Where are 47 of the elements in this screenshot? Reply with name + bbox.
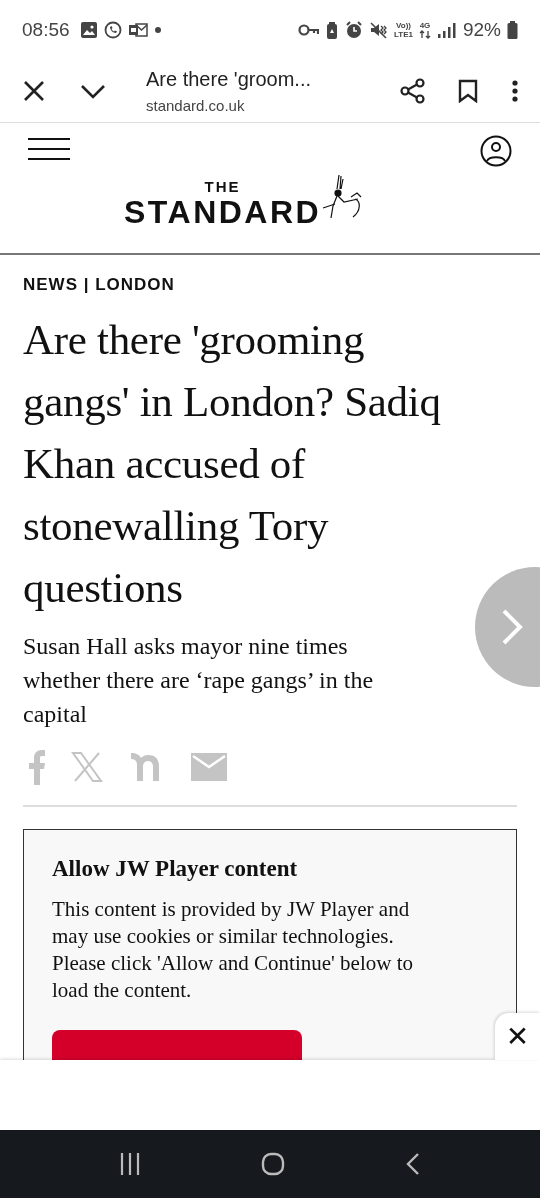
data-arrows-icon — [418, 30, 431, 39]
standfirst: Susan Hall asks mayor nine times whether there are ‘rape gangs’ in the capital — [23, 632, 375, 729]
volte-label: Vo)) — [396, 21, 411, 30]
back-icon — [405, 1152, 420, 1176]
account-button[interactable] — [480, 135, 512, 167]
recent-apps-button[interactable] — [120, 1153, 141, 1175]
back-button[interactable] — [405, 1152, 420, 1176]
close-ad-button[interactable]: ✕ — [495, 1013, 540, 1060]
home-button[interactable] — [261, 1152, 285, 1176]
bookmark-icon — [458, 79, 478, 103]
close-icon — [22, 79, 46, 103]
notification-dot-icon — [153, 26, 162, 34]
close-button[interactable] — [22, 79, 46, 103]
key-icon — [298, 22, 319, 38]
clock-time: 08:56 — [22, 19, 70, 41]
page-title: Are there 'groom... — [146, 68, 312, 91]
account-icon — [480, 135, 512, 167]
logo-wordmark: STANDARD — [124, 195, 322, 229]
mail-icon — [127, 21, 148, 39]
headline: Are there 'grooming gangs' in London? Sadiq Khan accused of stonewalling Tory questions — [23, 315, 442, 613]
battery-icon — [507, 21, 518, 39]
battery-saver-icon — [325, 20, 339, 40]
battery-percent: 92% — [462, 19, 501, 41]
more-menu-button[interactable] — [512, 80, 518, 102]
more-icon — [512, 80, 518, 102]
email-icon — [191, 751, 227, 783]
network-label: 4G — [419, 21, 431, 30]
signal-icon — [436, 21, 457, 39]
page-url: standard.co.uk — [146, 97, 246, 114]
chevron-right-icon — [501, 609, 523, 645]
share-button[interactable] — [400, 78, 426, 104]
logo-text: THE — [204, 178, 241, 195]
share-icon — [400, 78, 426, 104]
section-label: NEWS | LONDON — [23, 275, 176, 295]
lte-label: LTE1 — [394, 30, 413, 39]
vibrate-mute-icon — [369, 21, 388, 39]
recent-apps-icon — [120, 1153, 141, 1175]
menu-icon — [28, 137, 70, 161]
x-icon — [71, 751, 103, 783]
bookmark-button[interactable] — [458, 79, 478, 103]
menu-button[interactable] — [28, 137, 70, 161]
consent-text: This content is provided by JW Player and may use cookies or similar technologies. Please click 'Allow and Continue' below to load the content. — [52, 896, 414, 1004]
image-icon — [79, 21, 98, 39]
home-icon — [261, 1152, 285, 1176]
consent-title: Allow JW Player content — [52, 856, 299, 882]
phone-chat-icon — [103, 21, 122, 39]
alarm-icon — [345, 21, 363, 39]
